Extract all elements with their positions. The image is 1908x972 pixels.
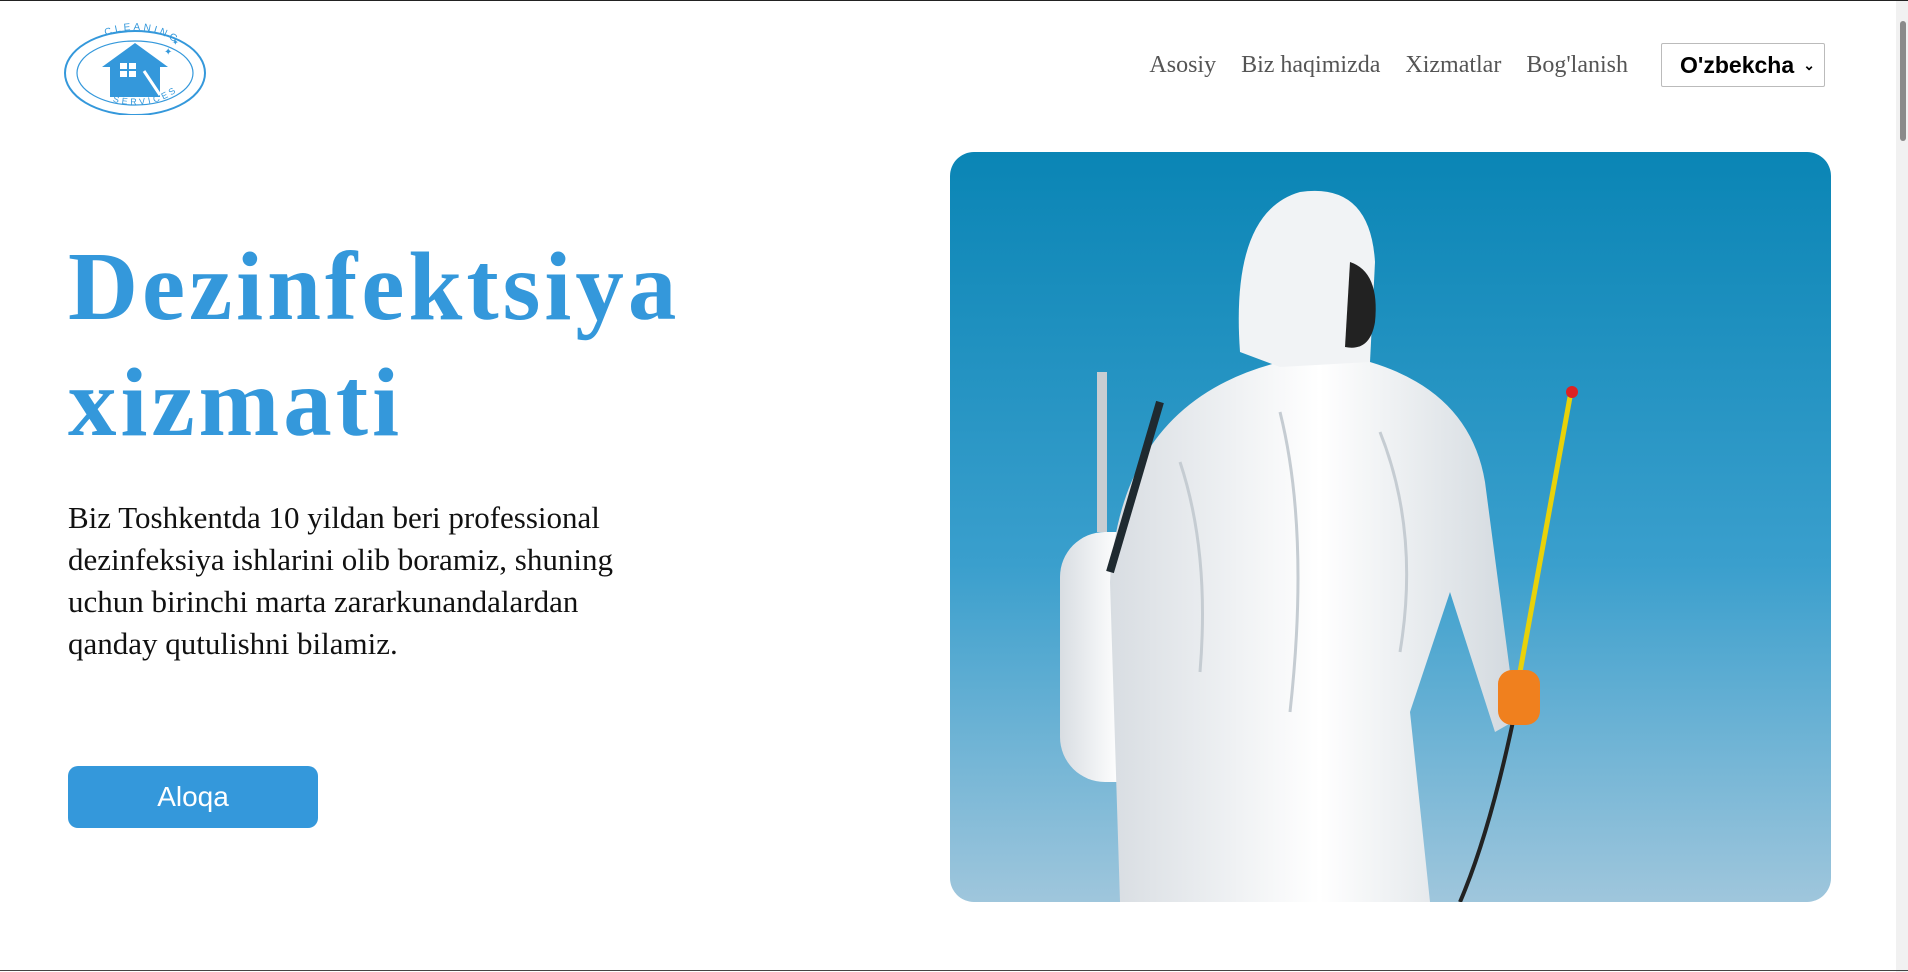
scrollbar-thumb[interactable] xyxy=(1900,21,1906,141)
nav-link-asosiy[interactable]: Asosiy xyxy=(1149,52,1216,79)
hero-title-line1: Dezinfektsiya xyxy=(68,233,681,340)
main-nav: Asosiy Biz haqimizda Xizmatlar Bog'lanis… xyxy=(1124,43,1825,87)
disinfection-worker-illustration xyxy=(950,152,1831,902)
house-logo-icon: CLEANING SERVICES ✦ ✦ xyxy=(64,22,206,116)
brand-logo[interactable]: CLEANING SERVICES ✦ ✦ xyxy=(60,15,210,116)
hero-description: Biz Toshkentda 10 yildan beri profession… xyxy=(68,500,613,661)
page-scrollbar[interactable] xyxy=(1896,1,1908,972)
contact-button[interactable]: Aloqa xyxy=(68,766,318,828)
svg-text:✦: ✦ xyxy=(172,38,179,47)
svg-text:✦: ✦ xyxy=(164,47,172,58)
hero-image xyxy=(950,152,1831,902)
language-select[interactable]: O'zbekcha ⌄ xyxy=(1661,43,1825,87)
hero-title: Dezinfektsiya xizmati xyxy=(68,229,680,461)
chevron-down-icon: ⌄ xyxy=(1803,56,1815,73)
nav-link-biz-haqimizda[interactable]: Biz haqimizda xyxy=(1241,52,1380,79)
nav-link-xizmatlar[interactable]: Xizmatlar xyxy=(1405,52,1501,79)
language-select-value: O'zbekcha xyxy=(1680,51,1795,78)
nav-link-boglanish[interactable]: Bog'lanish xyxy=(1526,52,1628,79)
hero-title-line2: xizmati xyxy=(68,349,404,456)
